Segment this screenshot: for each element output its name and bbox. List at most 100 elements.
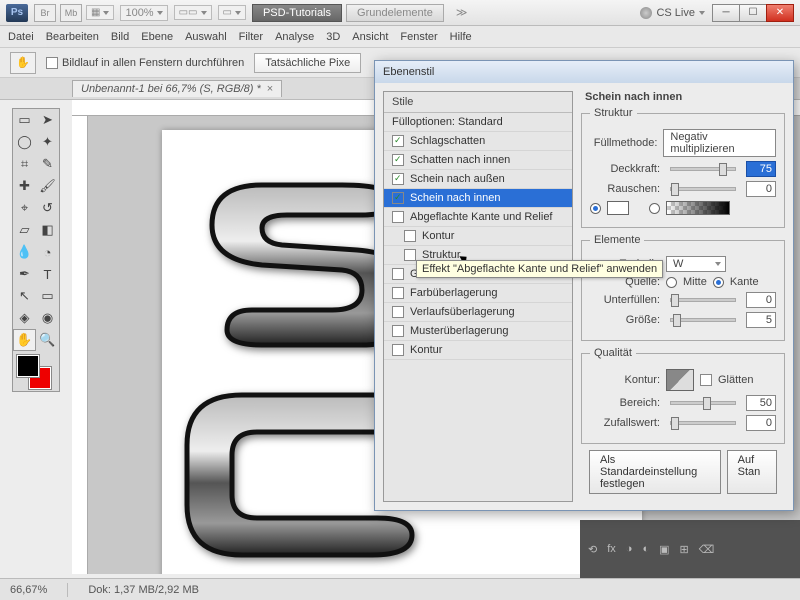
camera-tool-icon[interactable]: ◉ xyxy=(36,307,59,329)
rulers-dd[interactable]: ▦ xyxy=(86,5,114,20)
style-item-schein-nach-innen[interactable]: Schein nach innen xyxy=(384,189,572,208)
style-item-kontur[interactable]: Kontur xyxy=(384,341,572,360)
bereich-input[interactable]: 50 xyxy=(746,395,776,411)
cslive-button[interactable]: CS Live xyxy=(640,7,705,19)
style-item-schatten-nach-innen[interactable]: Schatten nach innen xyxy=(384,151,572,170)
heal-tool-icon[interactable]: ✚ xyxy=(13,175,36,197)
menu-hilfe[interactable]: Hilfe xyxy=(450,31,472,43)
history-brush-tool-icon[interactable]: ↺ xyxy=(36,197,59,219)
style-checkbox[interactable] xyxy=(392,135,404,147)
mask-icon[interactable]: ◑ xyxy=(626,543,633,555)
menu-ebene[interactable]: Ebene xyxy=(141,31,173,43)
more-workspaces-icon[interactable]: ≫ xyxy=(456,6,468,19)
menu-fenster[interactable]: Fenster xyxy=(400,31,437,43)
minimize-button[interactable]: ─ xyxy=(712,4,740,22)
shape-tool-icon[interactable]: ▭ xyxy=(36,285,59,307)
arrow-tool-icon[interactable]: ➤ xyxy=(36,109,59,131)
style-checkbox[interactable] xyxy=(392,287,404,299)
status-zoom[interactable]: 66,67% xyxy=(10,584,47,596)
style-checkbox[interactable] xyxy=(392,325,404,337)
stamp-tool-icon[interactable]: ⌖ xyxy=(13,197,36,219)
style-item-schein-nach-au-en[interactable]: Schein nach außen xyxy=(384,170,572,189)
menu-3d[interactable]: 3D xyxy=(326,31,340,43)
style-checkbox[interactable] xyxy=(392,173,404,185)
style-checkbox[interactable] xyxy=(392,306,404,318)
actual-pixels-button[interactable]: Tatsächliche Pixe xyxy=(254,53,361,73)
workspace-grundelemente-button[interactable]: Grundelemente xyxy=(346,4,444,22)
close-button[interactable]: ✕ xyxy=(766,4,794,22)
blur-tool-icon[interactable]: 💧 xyxy=(13,241,36,263)
style-item-schlagschatten[interactable]: Schlagschatten xyxy=(384,132,572,151)
dialog-titlebar[interactable]: Ebenenstil xyxy=(375,61,793,83)
style-checkbox[interactable] xyxy=(392,344,404,356)
noise-slider[interactable] xyxy=(670,187,736,191)
workspace-psd-tutorials-button[interactable]: PSD-Tutorials xyxy=(252,4,342,22)
group-icon[interactable]: ▣ xyxy=(659,543,669,556)
scroll-all-checkbox[interactable]: Bildlauf in allen Fenstern durchführen xyxy=(46,57,244,69)
technik-dropdown[interactable]: W xyxy=(666,256,726,272)
foreground-swatch[interactable] xyxy=(17,355,39,377)
unterfuellen-input[interactable]: 0 xyxy=(746,292,776,308)
type-tool-icon[interactable]: T xyxy=(36,263,59,285)
crop-tool-icon[interactable]: ⌗ xyxy=(13,153,36,175)
style-checkbox[interactable] xyxy=(392,154,404,166)
eraser-tool-icon[interactable]: ▱ xyxy=(13,219,36,241)
menu-filter[interactable]: Filter xyxy=(239,31,263,43)
style-item-abgeflachte-kante-und-relief[interactable]: Abgeflachte Kante und Relief xyxy=(384,208,572,227)
styles-header[interactable]: Stile xyxy=(384,92,572,113)
groesse-input[interactable]: 5 xyxy=(746,312,776,328)
opacity-slider[interactable] xyxy=(670,167,736,171)
gradient-tool-icon[interactable]: ◧ xyxy=(36,219,59,241)
magic-wand-tool-icon[interactable]: ✦ xyxy=(36,131,59,153)
hand-tool-icon[interactable]: ✋ xyxy=(10,52,36,74)
opacity-input[interactable]: 75 xyxy=(746,161,776,177)
zoom-tool-icon[interactable]: 🔍 xyxy=(36,329,59,351)
path-tool-icon[interactable]: ↖ xyxy=(13,285,36,307)
glaetten-checkbox[interactable] xyxy=(700,374,712,386)
minibridge-icon[interactable]: Mb xyxy=(60,4,82,22)
quelle-kante-radio[interactable] xyxy=(713,277,724,288)
screenmode-dd[interactable]: ▭ xyxy=(218,5,246,20)
status-doc[interactable]: Dok: 1,37 MB/2,92 MB xyxy=(88,584,199,596)
zufallswert-slider[interactable] xyxy=(670,421,736,425)
reset-standard-button[interactable]: Auf Stan xyxy=(727,450,777,494)
quelle-mitte-radio[interactable] xyxy=(666,277,677,288)
noise-input[interactable]: 0 xyxy=(746,181,776,197)
color-radio[interactable] xyxy=(590,203,601,214)
menu-bearbeiten[interactable]: Bearbeiten xyxy=(46,31,99,43)
style-checkbox[interactable] xyxy=(392,268,404,280)
maximize-button[interactable]: ☐ xyxy=(739,4,767,22)
style-item-muster-berlagerung[interactable]: Musterüberlagerung xyxy=(384,322,572,341)
menu-analyse[interactable]: Analyse xyxy=(275,31,314,43)
document-tab[interactable]: Unbenannt-1 bei 66,7% (S, RGB/8) * × xyxy=(72,80,282,97)
style-checkbox[interactable] xyxy=(392,211,404,223)
dodge-tool-icon[interactable]: ◔ xyxy=(36,241,59,263)
3d-tool-icon[interactable]: ◈ xyxy=(13,307,36,329)
menu-ansicht[interactable]: Ansicht xyxy=(352,31,388,43)
tab-close-icon[interactable]: × xyxy=(267,83,273,95)
photoshop-logo[interactable]: Ps xyxy=(6,4,28,22)
menu-bild[interactable]: Bild xyxy=(111,31,129,43)
contour-picker[interactable] xyxy=(666,369,694,391)
style-checkbox[interactable] xyxy=(404,230,416,242)
style-item-kontur[interactable]: Kontur xyxy=(384,227,572,246)
fx-icon[interactable]: fx xyxy=(607,543,616,555)
lasso-tool-icon[interactable]: ◯ xyxy=(13,131,36,153)
bridge-icon[interactable]: Br xyxy=(34,4,56,22)
style-checkbox[interactable] xyxy=(392,192,404,204)
fill-options-row[interactable]: Fülloptionen: Standard xyxy=(384,113,572,132)
menu-datei[interactable]: Datei xyxy=(8,31,34,43)
color-swatch[interactable] xyxy=(607,201,629,215)
style-item-farb-berlagerung[interactable]: Farbüberlagerung xyxy=(384,284,572,303)
blendmode-dropdown[interactable]: Negativ multiplizieren xyxy=(663,129,776,157)
link-icon[interactable]: ⟲ xyxy=(588,543,597,556)
unterfuellen-slider[interactable] xyxy=(670,298,736,302)
new-layer-icon[interactable]: ⊞ xyxy=(680,543,689,556)
delete-icon[interactable]: ⌫ xyxy=(699,543,715,556)
adjustment-icon[interactable]: ◐ xyxy=(642,543,649,555)
hand-tool-icon-2[interactable]: ✋ xyxy=(13,329,36,351)
make-default-button[interactable]: Als Standardeinstellung festlegen xyxy=(589,450,721,494)
eyedropper-tool-icon[interactable]: ✎ xyxy=(36,153,59,175)
gradient-radio[interactable] xyxy=(649,203,660,214)
groesse-slider[interactable] xyxy=(670,318,736,322)
